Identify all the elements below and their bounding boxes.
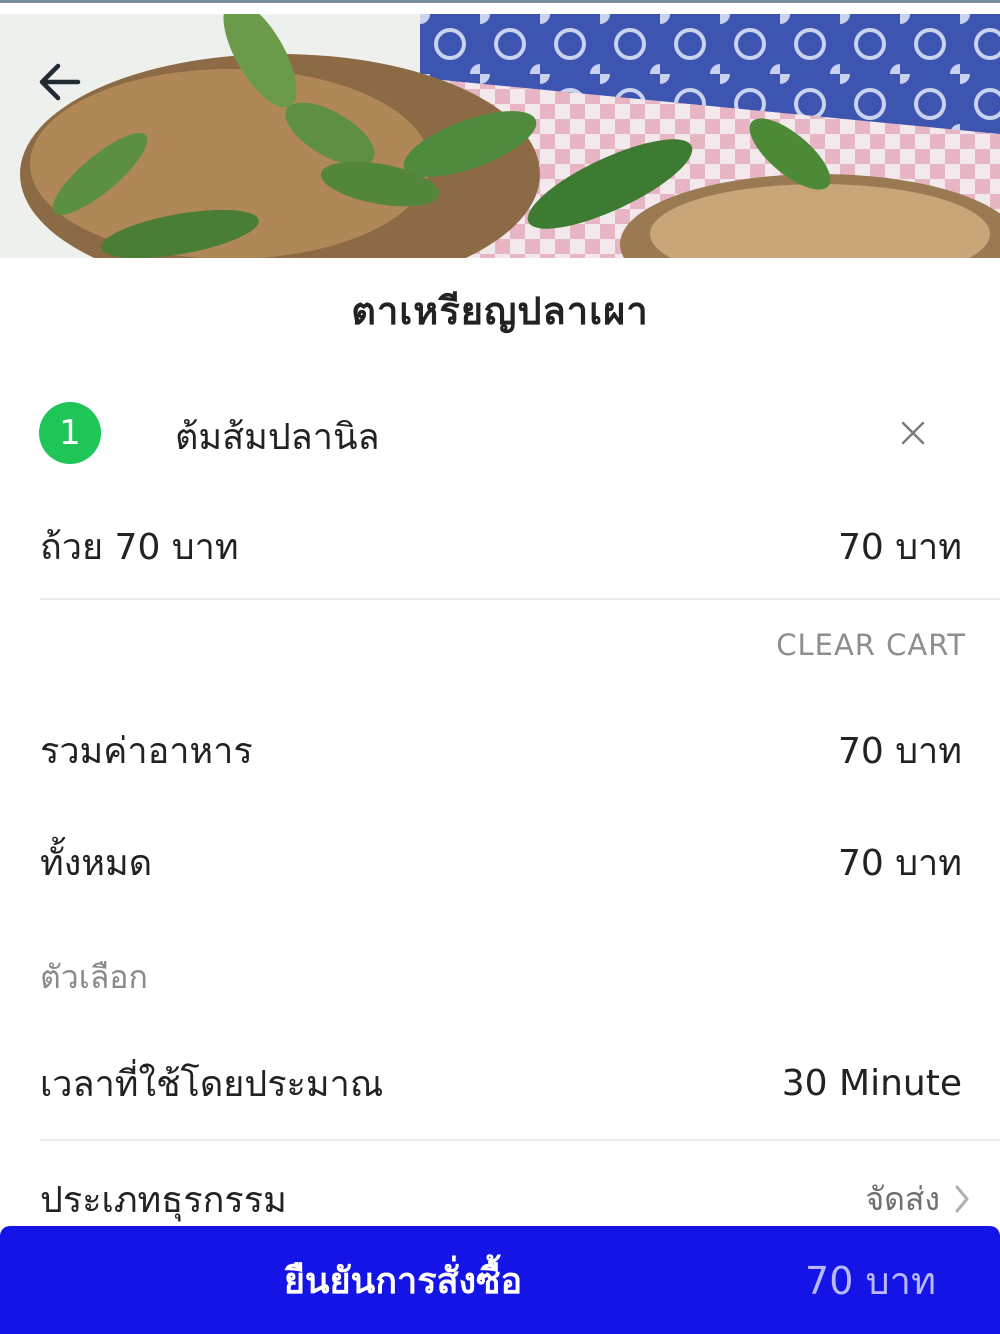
remove-item-button[interactable]	[890, 410, 936, 456]
status-strip	[0, 0, 1000, 14]
arrow-left-icon	[39, 63, 81, 101]
estimated-time-label: เวลาที่ใช้โดยประมาณ	[40, 1063, 384, 1105]
confirm-order-price: 70 บาท	[805, 1258, 936, 1303]
cart-item-name: ต้มส้มปลานิล	[175, 417, 380, 458]
divider	[40, 598, 1000, 600]
cart-item-option-label: ถ้วย 70 บาท	[40, 526, 239, 568]
grand-total-value: 70 บาท	[837, 842, 962, 884]
confirm-order-label: ยืนยันการสั่งซื้อ	[283, 1260, 523, 1302]
chevron-right-icon	[955, 1185, 969, 1213]
cart-item-option-row: ถ้วย 70 บาท 70 บาท	[40, 518, 962, 574]
food-total-label: รวมค่าอาหาร	[40, 730, 253, 772]
food-total-row: รวมค่าอาหาร 70 บาท	[40, 722, 962, 778]
grand-total-row: ทั้งหมด 70 บาท	[40, 834, 962, 890]
grand-total-label: ทั้งหมด	[40, 842, 153, 884]
transaction-type-row[interactable]: ประเภทธุรกรรม จัดส่ง	[40, 1172, 970, 1226]
store-name: ตาเหรียญปลาเผา	[351, 289, 649, 333]
estimated-time-row: เวลาที่ใช้โดยประมาณ 30 Minute	[40, 1054, 962, 1112]
divider	[40, 1139, 1000, 1141]
back-button[interactable]	[28, 50, 92, 114]
store-banner-image	[0, 14, 1000, 258]
options-section-label: ตัวเลือก	[40, 958, 148, 996]
quantity-badge: 1	[39, 402, 101, 464]
cart-item-price: 70 บาท	[837, 526, 962, 568]
transaction-type-label: ประเภทธุรกรรม	[40, 1179, 287, 1221]
transaction-type-value: จัดส่ง	[865, 1179, 940, 1218]
clear-cart-button[interactable]: CLEAR CART	[776, 628, 966, 662]
confirm-order-button[interactable]: ยืนยันการสั่งซื้อ 70 บาท	[0, 1226, 1000, 1334]
estimated-time-value: 30 Minute	[781, 1062, 962, 1104]
close-icon	[901, 421, 925, 445]
food-total-value: 70 บาท	[837, 730, 962, 772]
